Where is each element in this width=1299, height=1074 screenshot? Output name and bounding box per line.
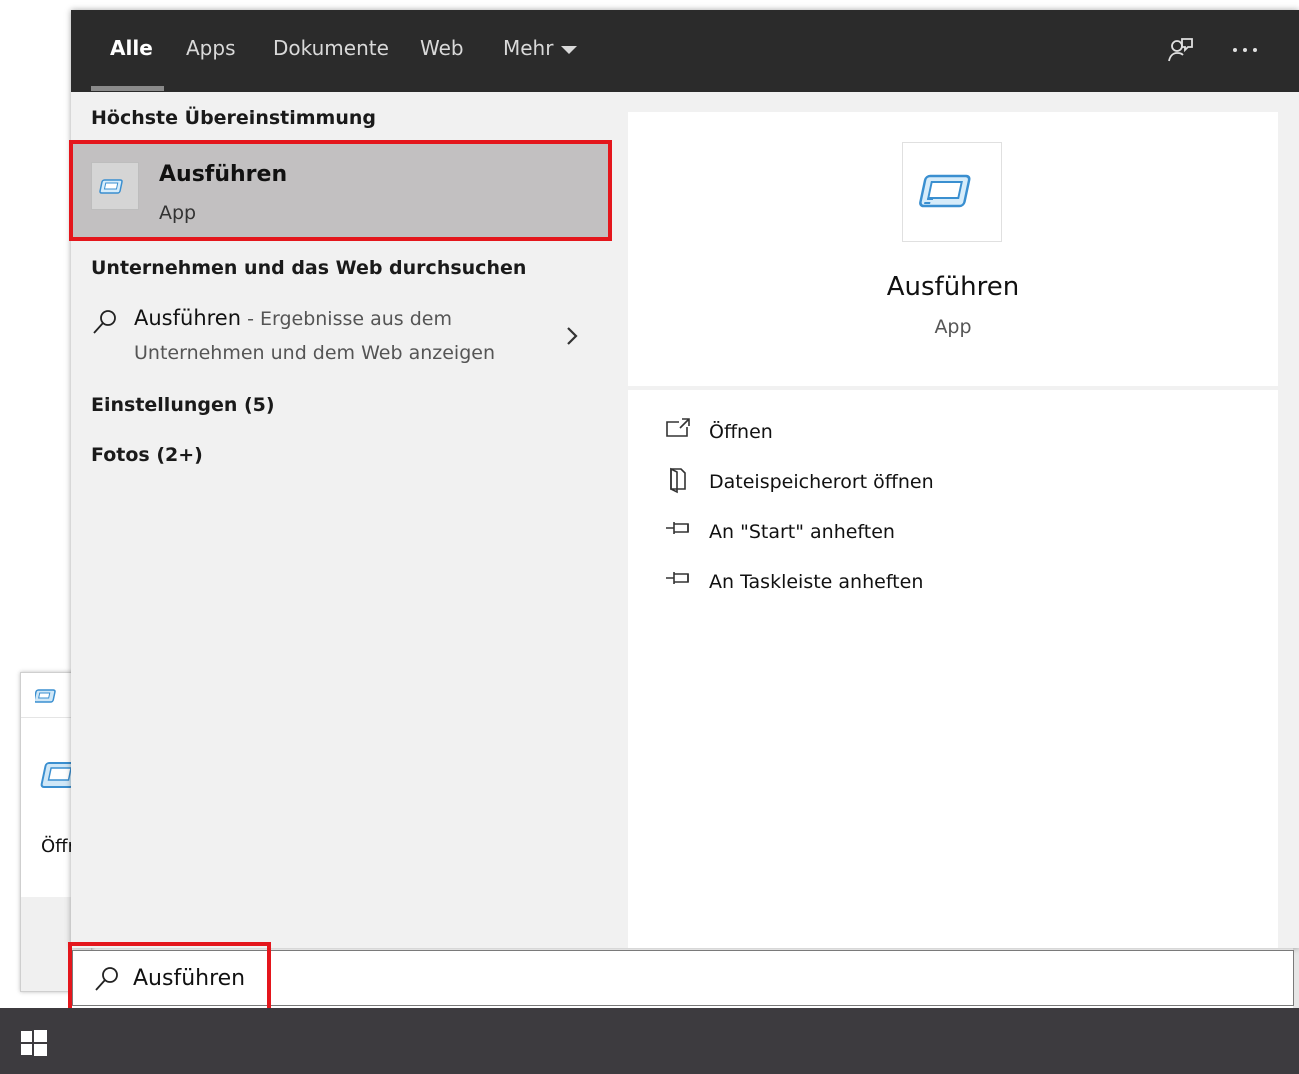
start-button[interactable] <box>0 1008 70 1074</box>
taskbar <box>0 1008 1299 1074</box>
web-search-result[interactable]: Ausführen - Ergebnisse aus dem Unternehm… <box>71 292 609 376</box>
tab-dokumente[interactable]: Dokumente <box>273 36 389 60</box>
search-box[interactable] <box>72 950 1294 1006</box>
pin-icon <box>664 566 692 594</box>
settings-category[interactable]: Einstellungen (5) <box>91 394 275 416</box>
windows-logo-icon <box>21 1030 47 1056</box>
background-open-button-text[interactable]: Öffr <box>41 836 75 857</box>
run-app-icon <box>902 142 1002 242</box>
best-match-heading: Höchste Übereinstimmung <box>91 107 376 129</box>
tab-mehr[interactable]: Mehr <box>503 36 578 60</box>
pin-to-taskbar-action[interactable]: An Taskleiste anheften <box>664 562 1224 602</box>
search-panel: Alle Apps Dokumente Web Mehr Höchste Übe… <box>71 10 1299 948</box>
open-action[interactable]: Öffnen <box>664 412 1224 452</box>
run-app-icon <box>33 687 59 709</box>
divider <box>628 386 1278 390</box>
file-location-icon <box>664 466 692 498</box>
feedback-icon[interactable] <box>1166 36 1194 68</box>
search-input[interactable] <box>133 961 733 995</box>
run-app-icon <box>91 162 139 210</box>
tab-alle[interactable]: Alle <box>110 36 153 60</box>
tab-web[interactable]: Web <box>420 36 464 60</box>
search-icon <box>91 308 119 340</box>
photos-category[interactable]: Fotos (2+) <box>91 444 203 466</box>
open-action-label: Öffnen <box>709 421 773 443</box>
best-match-result[interactable]: Ausführen App <box>71 142 609 240</box>
tab-mehr-label: Mehr <box>503 36 554 60</box>
web-result-suffix: - Ergebnisse aus dem <box>241 308 452 330</box>
open-file-location-action[interactable]: Dateispeicherort öffnen <box>664 462 1224 502</box>
pin-to-start-label: An "Start" anheften <box>709 521 895 543</box>
pin-to-start-action[interactable]: An "Start" anheften <box>664 512 1224 552</box>
preview-title: Ausführen <box>886 272 1020 302</box>
open-icon <box>664 416 692 444</box>
active-tab-indicator <box>91 86 164 91</box>
chevron-right-icon[interactable] <box>565 326 579 350</box>
web-result-line2: Unternehmen und dem Web anzeigen <box>134 342 495 364</box>
more-options-icon[interactable] <box>1231 40 1259 64</box>
web-result-line1: Ausführen - Ergebnisse aus dem <box>134 306 452 330</box>
pin-icon <box>664 516 692 544</box>
best-match-subtitle: App <box>159 202 197 224</box>
results-list: Höchste Übereinstimmung Ausführen App Un… <box>71 92 609 948</box>
search-tab-bar: Alle Apps Dokumente Web Mehr <box>71 10 1299 92</box>
web-result-term: Ausführen <box>134 306 242 330</box>
preview-subtitle: App <box>934 316 972 338</box>
chevron-down-icon <box>561 45 578 54</box>
tab-apps[interactable]: Apps <box>186 36 236 60</box>
pin-to-taskbar-label: An Taskleiste anheften <box>709 571 924 593</box>
preview-pane: Ausführen App Öffnen Dateispeicherort öf… <box>628 112 1278 948</box>
open-file-location-label: Dateispeicherort öffnen <box>709 471 934 493</box>
web-search-heading: Unternehmen und das Web durchsuchen <box>91 257 527 279</box>
best-match-title: Ausführen <box>159 162 288 187</box>
search-icon <box>93 965 121 997</box>
